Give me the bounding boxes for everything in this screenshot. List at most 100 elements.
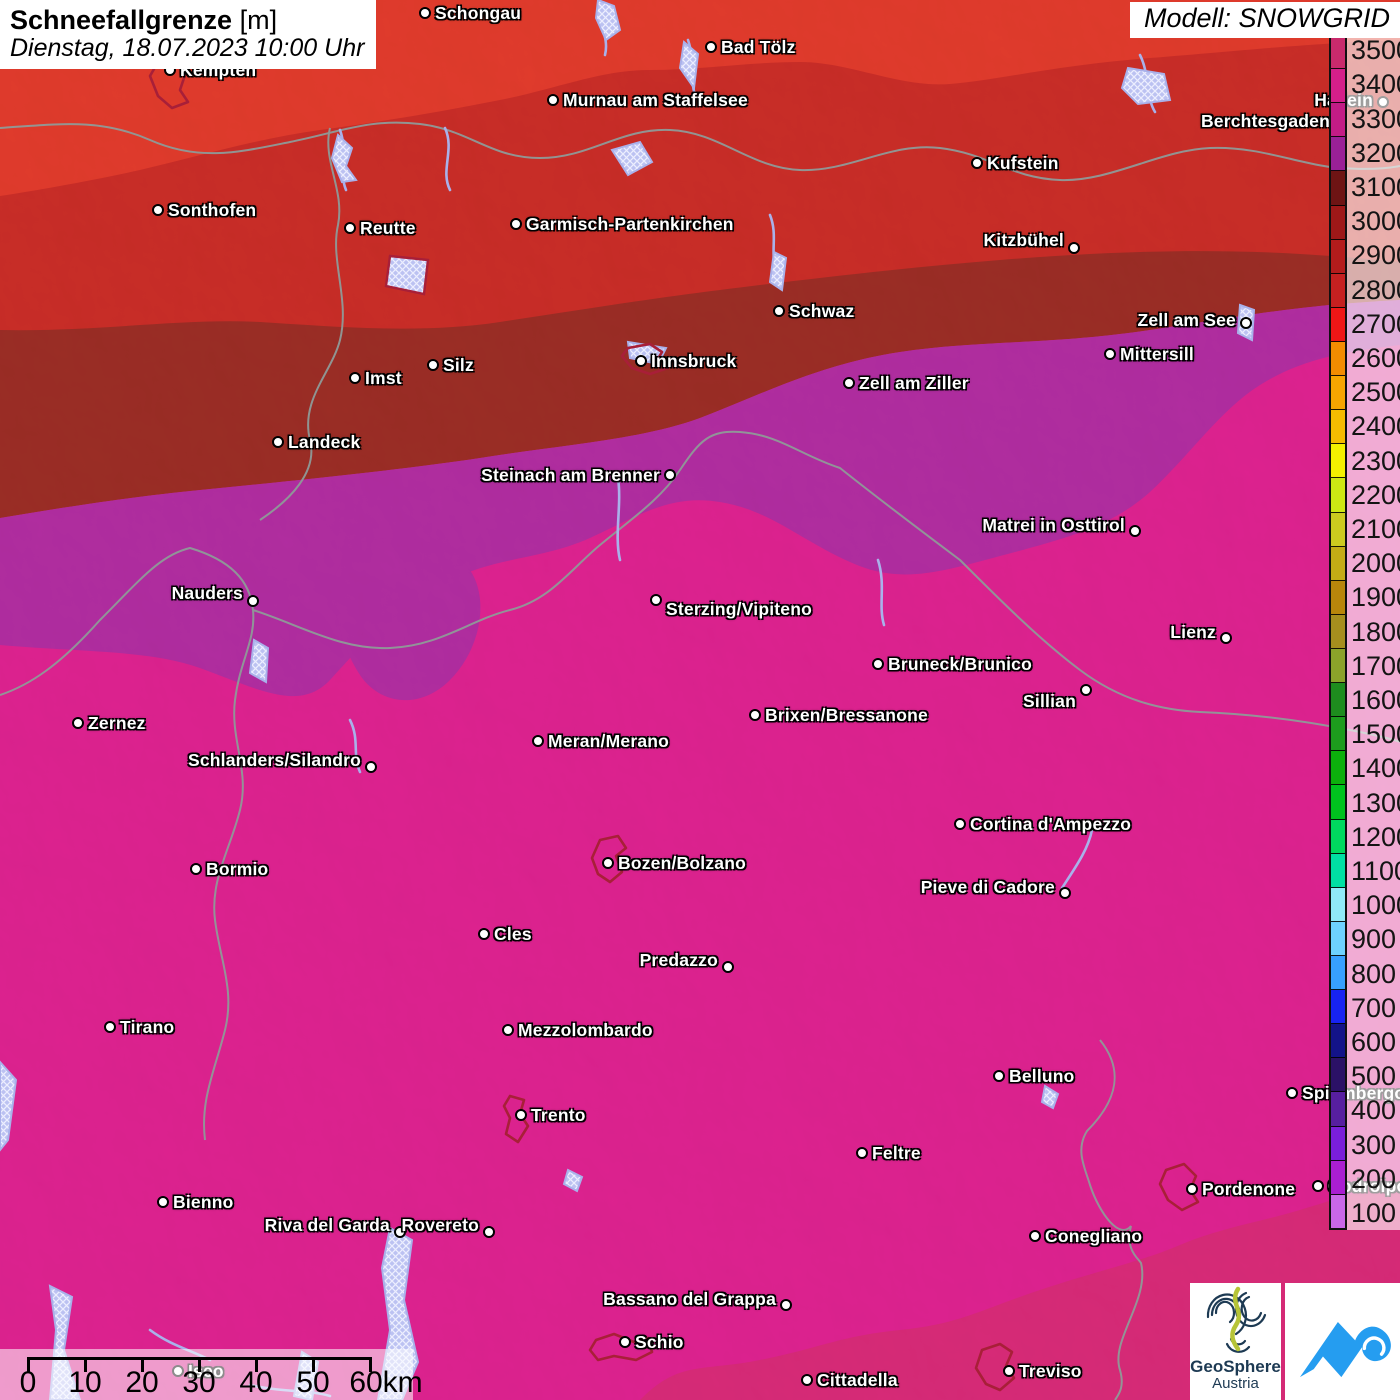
city-dot [992, 1069, 1005, 1082]
city-label: Matrei in Osttirol [982, 515, 1125, 535]
colorbar-tick-2700: 2700 [1351, 308, 1400, 339]
city-dot [871, 657, 884, 670]
avalanche-report-logo-box [1285, 1283, 1400, 1400]
city-label: Meran/Merano [548, 731, 670, 751]
city-dot [71, 716, 84, 729]
colorbar-tick-800: 800 [1351, 958, 1397, 989]
city-label: Rovereto [401, 1215, 479, 1235]
city-dot [514, 1108, 527, 1121]
city-label: Bormio [206, 859, 269, 879]
city-dot [426, 358, 439, 371]
geosphere-logo-box: GeoSphere Austria [1190, 1283, 1281, 1400]
colorbar-tick-2000: 2000 [1351, 548, 1400, 579]
city-dot [189, 862, 202, 875]
colorbar-tick-2200: 2200 [1351, 479, 1400, 510]
city-label: Schwaz [789, 301, 855, 321]
colorbar [1329, 33, 1347, 1230]
city-label: Bozen/Bolzano [618, 853, 747, 873]
colorbar-band-1000 [1331, 887, 1345, 922]
colorbar-band-3400 [1331, 69, 1345, 104]
colorbar-band-1300 [1331, 785, 1345, 820]
colorbar-tick-1600: 1600 [1351, 684, 1400, 715]
colorbar-tick-300: 300 [1351, 1129, 1397, 1160]
geosphere-logo-name: GeoSphere [1190, 1357, 1281, 1376]
city-label: Garmisch-Partenkirchen [526, 214, 734, 234]
city-label: Feltre [872, 1143, 921, 1163]
colorbar-band-300 [1331, 1126, 1345, 1161]
colorbar-tick-1900: 1900 [1351, 582, 1400, 613]
city-label: Pieve di Cadore [920, 877, 1055, 897]
colorbar-band-3500 [1331, 35, 1345, 70]
city-dot [271, 435, 284, 448]
colorbar-tick-3000: 3000 [1351, 206, 1400, 237]
colorbar-band-700 [1331, 990, 1345, 1025]
colorbar-tick-400: 400 [1351, 1095, 1397, 1126]
city-dot [721, 960, 734, 973]
map-title: Schneefallgrenze [m] [10, 5, 364, 35]
city-dot [1311, 1179, 1324, 1192]
city-dot [1079, 683, 1092, 696]
city-label: Brixen/Bressanone [765, 705, 928, 725]
city-dot [482, 1225, 495, 1238]
city-label: Schio [635, 1332, 684, 1352]
city-dot [156, 1195, 169, 1208]
colorbar-tick-1100: 1100 [1351, 855, 1400, 886]
colorbar-band-2200 [1331, 478, 1345, 513]
colorbar-band-400 [1331, 1092, 1345, 1127]
city-dot [348, 371, 361, 384]
colorbar-tick-1400: 1400 [1351, 753, 1400, 784]
colorbar-tick-200: 200 [1351, 1163, 1397, 1194]
title-unit: [m] [239, 5, 278, 35]
colorbar-band-1800 [1331, 614, 1345, 649]
colorbar-tick-3200: 3200 [1351, 137, 1400, 168]
colorbar-tick-2600: 2600 [1351, 342, 1400, 373]
colorbar-tick-500: 500 [1351, 1061, 1397, 1092]
colorbar-band-3000 [1331, 205, 1345, 240]
city-dot [1219, 631, 1232, 644]
colorbar-band-1700 [1331, 648, 1345, 684]
city-label: Silz [443, 355, 474, 375]
colorbar-tick-2400: 2400 [1351, 411, 1400, 442]
city-dot [1103, 347, 1116, 360]
city-dot [800, 1373, 813, 1386]
colorbar-band-3200 [1331, 137, 1345, 172]
avalanche-mountain-icon [1299, 1321, 1391, 1378]
colorbar-band-1200 [1331, 819, 1345, 854]
city-label: Sillian [1023, 691, 1076, 711]
city-dot [618, 1335, 631, 1348]
city-dot [663, 468, 676, 481]
colorbar-band-1600 [1331, 683, 1345, 718]
colorbar-band-2000 [1331, 546, 1345, 581]
colorbar-tick-1300: 1300 [1351, 787, 1400, 818]
city-dot [1285, 1086, 1298, 1099]
colorbar-tick-2300: 2300 [1351, 445, 1400, 476]
city-label: Trento [531, 1105, 586, 1125]
city-label: Schongau [435, 3, 522, 23]
colorbar-band-800 [1331, 955, 1345, 991]
city-label: Kufstein [987, 153, 1059, 173]
colorbar-band-1900 [1331, 580, 1345, 615]
city-dot [1028, 1229, 1041, 1242]
city-label: Kitzbühel [983, 230, 1064, 250]
scale-bar: 0 10 20 30 40 50 60km [0, 1349, 423, 1400]
colorbar-band-600 [1331, 1024, 1345, 1059]
city-label: Nauders [171, 583, 243, 603]
colorbar-tick-3300: 3300 [1351, 103, 1400, 134]
city-label: Sterzing/Vipiteno [666, 599, 813, 619]
city-dot [779, 1298, 792, 1311]
colorbar-band-2100 [1331, 512, 1345, 547]
colorbar-tick-1200: 1200 [1351, 821, 1400, 852]
geosphere-swirl-icon [1206, 1286, 1266, 1353]
city-label: Reutte [360, 218, 416, 238]
colorbar-tick-2100: 2100 [1351, 513, 1400, 544]
colorbar-band-900 [1331, 921, 1345, 956]
city-dot [509, 217, 522, 230]
colorbar-tick-3400: 3400 [1351, 69, 1400, 100]
city-label: Zernez [88, 713, 146, 733]
city-label: Cles [494, 924, 532, 944]
colorbar-band-200 [1331, 1160, 1345, 1195]
city-label: Bad Tölz [721, 37, 796, 57]
map-datetime: Dienstag, 18.07.2023 10:00 Uhr [10, 34, 365, 62]
city-dot [855, 1146, 868, 1159]
city-dot [649, 593, 662, 606]
